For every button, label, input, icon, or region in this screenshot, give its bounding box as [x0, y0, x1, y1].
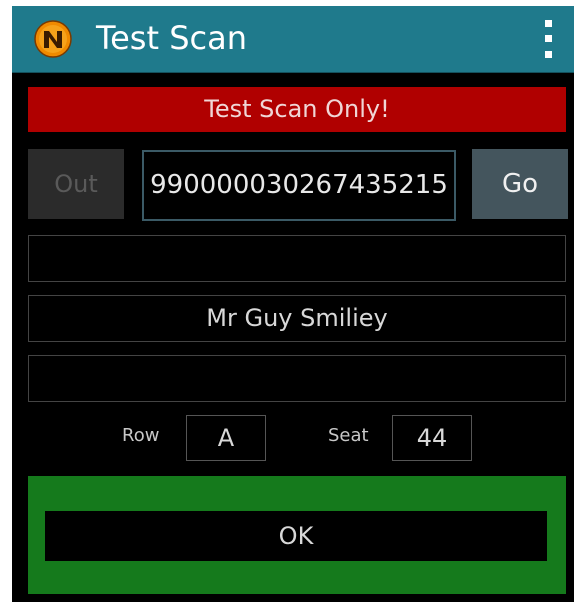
out-button[interactable]: Out	[28, 149, 124, 219]
customer-name-field: Mr Guy Smiliey	[28, 295, 566, 342]
row-label: Row	[122, 425, 160, 446]
app-title: Test Scan	[96, 19, 247, 57]
overflow-menu-icon[interactable]	[538, 16, 558, 62]
app-bar: Test Scan	[12, 6, 574, 73]
go-button[interactable]: Go	[472, 149, 568, 219]
ok-button[interactable]: OK	[45, 511, 547, 561]
info-field-1	[28, 235, 566, 282]
test-scan-banner: Test Scan Only!	[28, 87, 566, 132]
seat-label: Seat	[328, 425, 369, 446]
row-value: A	[186, 415, 266, 461]
seat-value: 44	[392, 415, 472, 461]
barcode-input[interactable]: 990000030267435215	[142, 150, 456, 221]
n-logo-icon[interactable]	[34, 20, 72, 58]
app-screen: Test Scan Test Scan Only! Out 9900000302…	[12, 6, 574, 602]
info-field-3	[28, 355, 566, 402]
